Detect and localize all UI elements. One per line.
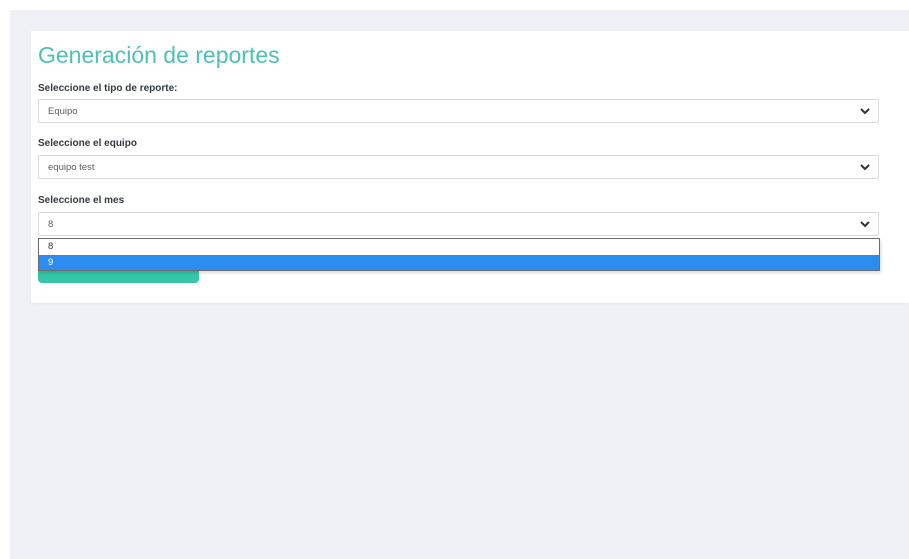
page-title: Generación de reportes <box>38 42 280 68</box>
chevron-down-icon <box>859 162 871 172</box>
team-value: equipo test <box>48 162 95 173</box>
report-type-value: Equipo <box>48 106 78 117</box>
month-dropdown-list: 8 9 <box>38 238 880 271</box>
team-label: Seleccione el equipo <box>38 138 137 149</box>
chevron-down-icon <box>859 219 871 229</box>
report-type-label: Seleccione el tipo de reporte: <box>38 83 178 94</box>
month-option-highlighted[interactable]: 9 <box>39 255 879 270</box>
chevron-down-icon <box>859 106 871 116</box>
report-type-select[interactable]: Equipo <box>38 99 879 123</box>
month-option[interactable]: 8 <box>39 239 879 254</box>
month-select[interactable]: 8 <box>38 212 879 236</box>
team-select[interactable]: equipo test <box>38 155 879 179</box>
month-label: Seleccione el mes <box>38 195 125 206</box>
month-value: 8 <box>48 219 54 230</box>
